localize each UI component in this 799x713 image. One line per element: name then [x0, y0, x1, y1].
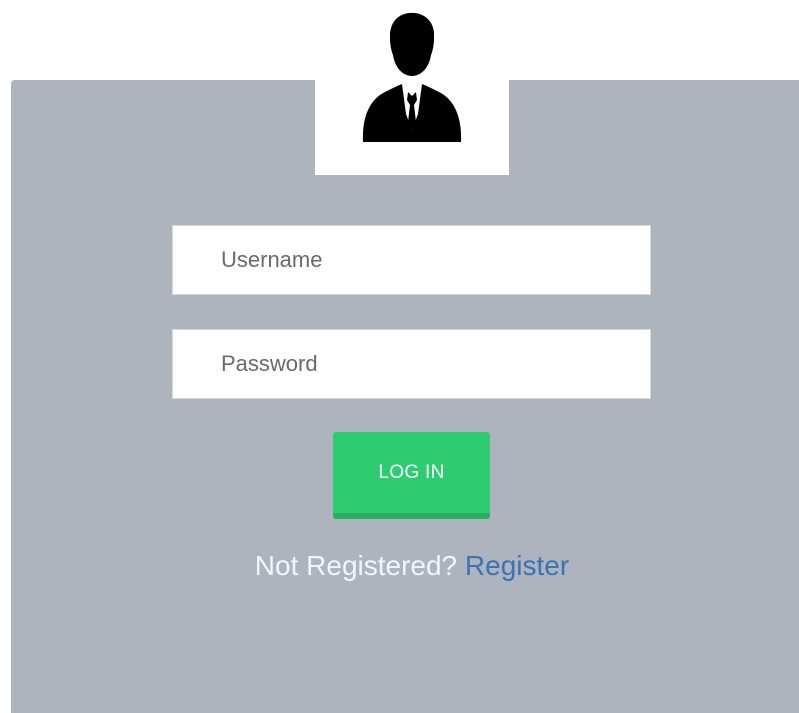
register-line: Not Registered? Register: [0, 548, 799, 584]
register-link[interactable]: Register: [465, 550, 569, 581]
avatar-box: [315, 0, 509, 175]
username-input[interactable]: [172, 225, 651, 295]
password-input[interactable]: [172, 329, 651, 399]
user-avatar-icon: [362, 12, 462, 142]
register-prompt: Not Registered?: [254, 550, 458, 581]
login-button[interactable]: LOG IN: [333, 432, 490, 519]
